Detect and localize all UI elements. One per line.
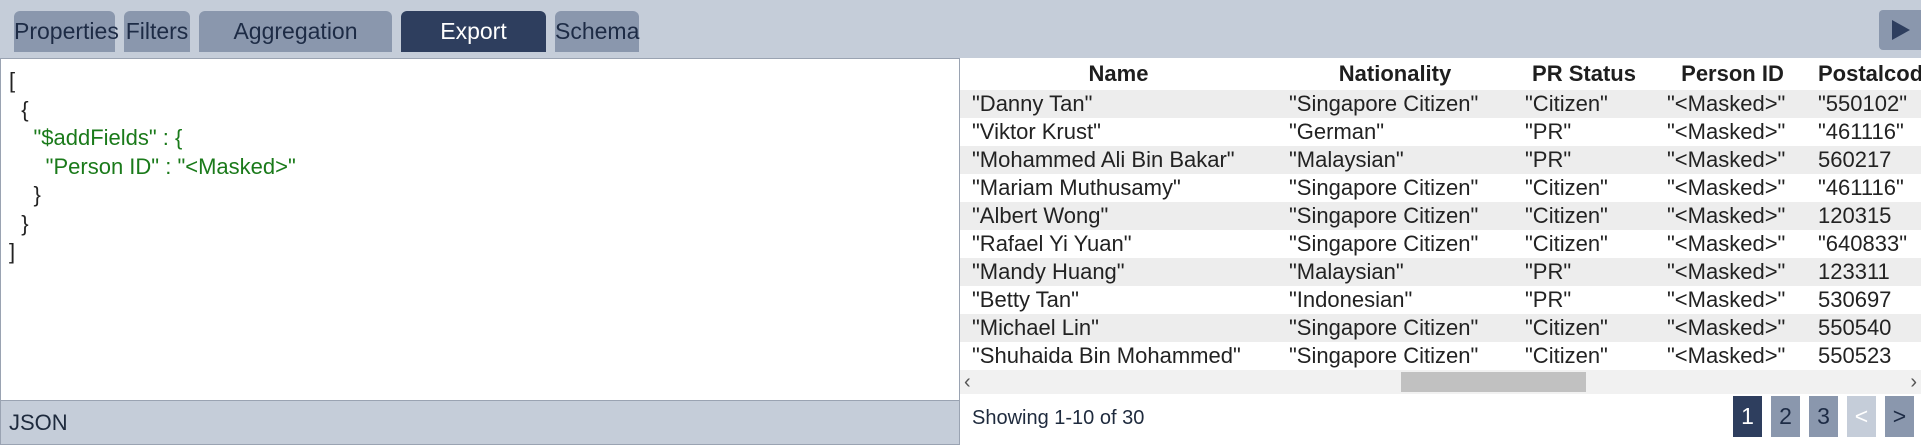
table-cell: "<Masked>": [1655, 286, 1810, 314]
table-cell: "<Masked>": [1655, 258, 1810, 286]
table-cell: "<Masked>": [1655, 90, 1810, 118]
table-cell: "<Masked>": [1655, 146, 1810, 174]
header-row: Name Nationality PR Status Person ID Pos…: [960, 58, 1921, 90]
page-2-button[interactable]: 2: [1771, 396, 1800, 437]
table-cell: "<Masked>": [1655, 342, 1810, 370]
json-editor[interactable]: [ { "$addFields" : { "Person ID" : "<Mas…: [0, 58, 960, 401]
showing-count: Showing 1-10 of 30: [972, 407, 1145, 429]
table-row[interactable]: "Betty Tan" "Indonesian" "PR" "<Masked>" 530…: [960, 286, 1921, 314]
table-cell: "Mariam Muthusamy": [960, 174, 1277, 202]
table-cell: "Singapore Citizen": [1277, 174, 1513, 202]
scrollbar-thumb[interactable]: [1401, 372, 1586, 392]
table-cell: "Mohammed Ali Bin Bakar": [960, 146, 1277, 174]
next-page-button[interactable]: >: [1885, 396, 1914, 437]
code-line: "Person ID" : "<Masked>": [9, 153, 296, 179]
prev-page-button[interactable]: <: [1847, 396, 1876, 437]
horizontal-scrollbar[interactable]: ‹ ›: [960, 370, 1921, 394]
table-cell: "Malaysian": [1277, 146, 1513, 174]
table-cell: "Singapore Citizen": [1277, 230, 1513, 258]
tab-aggregation-pipeline[interactable]: Aggregation Pipeline: [199, 11, 392, 85]
table-cell: "PR": [1513, 118, 1655, 146]
code-area[interactable]: [ { "$addFields" : { "Person ID" : "<Mas…: [1, 59, 959, 267]
table-cell: "<Masked>": [1655, 202, 1810, 230]
table-cell: "Citizen": [1513, 230, 1655, 258]
scroll-right-icon[interactable]: ›: [1910, 371, 1917, 394]
table-cell: "Singapore Citizen": [1277, 202, 1513, 230]
table-cell: "Mandy Huang": [960, 258, 1277, 286]
editor-mode-label: JSON: [9, 410, 68, 435]
table-cell: 120315: [1810, 202, 1921, 230]
table-cell: "Citizen": [1513, 314, 1655, 342]
table-cell: "Singapore Citizen": [1277, 314, 1513, 342]
column-header-name[interactable]: Name: [960, 58, 1277, 90]
table-cell: "Danny Tan": [960, 90, 1277, 118]
results-table: Name Nationality PR Status Person ID Pos…: [960, 58, 1921, 370]
column-header-pr-status[interactable]: PR Status: [1513, 58, 1655, 90]
table-row[interactable]: "Rafael Yi Yuan" "Singapore Citizen" "Citi…: [960, 230, 1921, 258]
results-grid: Name Nationality PR Status Person ID Pos…: [960, 58, 1921, 370]
table-cell: 550523: [1810, 342, 1921, 370]
table-cell: "PR": [1513, 286, 1655, 314]
table-cell: "<Masked>": [1655, 230, 1810, 258]
table-cell: "Indonesian": [1277, 286, 1513, 314]
table-cell: "Albert Wong": [960, 202, 1277, 230]
table-cell: "Michael Lin": [960, 314, 1277, 342]
table-cell: "Citizen": [1513, 342, 1655, 370]
play-icon: [1892, 20, 1910, 40]
table-cell: "Rafael Yi Yuan": [960, 230, 1277, 258]
table-cell: "Shuhaida Bin Mohammed": [960, 342, 1277, 370]
code-line: ]: [9, 239, 16, 264]
table-row[interactable]: "Mohammed Ali Bin Bakar" "Malaysian" "PR" "…: [960, 146, 1921, 174]
table-row[interactable]: "Michael Lin" "Singapore Citizen" "Citizen…: [960, 314, 1921, 342]
code-line: {: [9, 96, 29, 122]
page-1-button[interactable]: 1: [1733, 396, 1762, 437]
tab-bar: Properties Filters Aggregation Pipeline …: [0, 0, 1921, 85]
table-row[interactable]: "Mariam Muthusamy" "Singapore Citizen" "Ci…: [960, 174, 1921, 202]
table-cell: "Betty Tan": [960, 286, 1277, 314]
table-cell: "Citizen": [1513, 90, 1655, 118]
code-line: }: [9, 210, 29, 236]
table-row[interactable]: "Viktor Krust" "German" "PR" "<Masked>" "461…: [960, 118, 1921, 146]
table-cell: "550102": [1810, 90, 1921, 118]
tab-properties[interactable]: Properties: [14, 11, 119, 52]
column-header-postalcode[interactable]: Postalcode: [1810, 58, 1921, 90]
tab-export-pipeline[interactable]: Export Pipeline: [401, 11, 546, 85]
table-cell: "<Masked>": [1655, 314, 1810, 342]
table-cell: "Singapore Citizen": [1277, 342, 1513, 370]
column-header-person-id[interactable]: Person ID: [1655, 58, 1810, 90]
table-cell: "461116": [1810, 174, 1921, 202]
tab-filters[interactable]: Filters: [124, 11, 190, 52]
table-cell: "PR": [1513, 258, 1655, 286]
table-cell: "German": [1277, 118, 1513, 146]
table-row[interactable]: "Albert Wong" "Singapore Citizen" "Citizen…: [960, 202, 1921, 230]
pagination-bar: Showing 1-10 of 30 1 2 3 < >: [960, 394, 1921, 445]
table-cell: "PR": [1513, 146, 1655, 174]
column-header-nationality[interactable]: Nationality: [1277, 58, 1513, 90]
table-cell: "Citizen": [1513, 174, 1655, 202]
table-cell: "Singapore Citizen": [1277, 90, 1513, 118]
table-cell: "640833": [1810, 230, 1921, 258]
code-line: [: [9, 68, 16, 93]
table-cell: 530697: [1810, 286, 1921, 314]
tab-schema[interactable]: Schema: [555, 11, 639, 52]
table-cell: "Malaysian": [1277, 258, 1513, 286]
run-button[interactable]: [1879, 10, 1921, 50]
table-row[interactable]: "Mandy Huang" "Malaysian" "PR" "<Masked>" 12…: [960, 258, 1921, 286]
table-row[interactable]: "Danny Tan" "Singapore Citizen" "Citizen" "…: [960, 90, 1921, 118]
scroll-left-icon[interactable]: ‹: [964, 371, 971, 394]
code-line: "$addFields" : {: [9, 125, 183, 150]
table-cell: 550540: [1810, 314, 1921, 342]
table-cell: 123311: [1810, 258, 1921, 286]
table-cell: "Citizen": [1513, 202, 1655, 230]
code-line: }: [9, 182, 41, 207]
table-cell: "461116": [1810, 118, 1921, 146]
editor-mode-bar: JSON: [0, 401, 960, 445]
table-cell: "<Masked>": [1655, 118, 1810, 146]
table-row[interactable]: "Shuhaida Bin Mohammed" "Singapore Citize…: [960, 342, 1921, 370]
page-3-button[interactable]: 3: [1809, 396, 1838, 437]
table-cell: "Viktor Krust": [960, 118, 1277, 146]
table-cell: 560217: [1810, 146, 1921, 174]
table-cell: "<Masked>": [1655, 174, 1810, 202]
